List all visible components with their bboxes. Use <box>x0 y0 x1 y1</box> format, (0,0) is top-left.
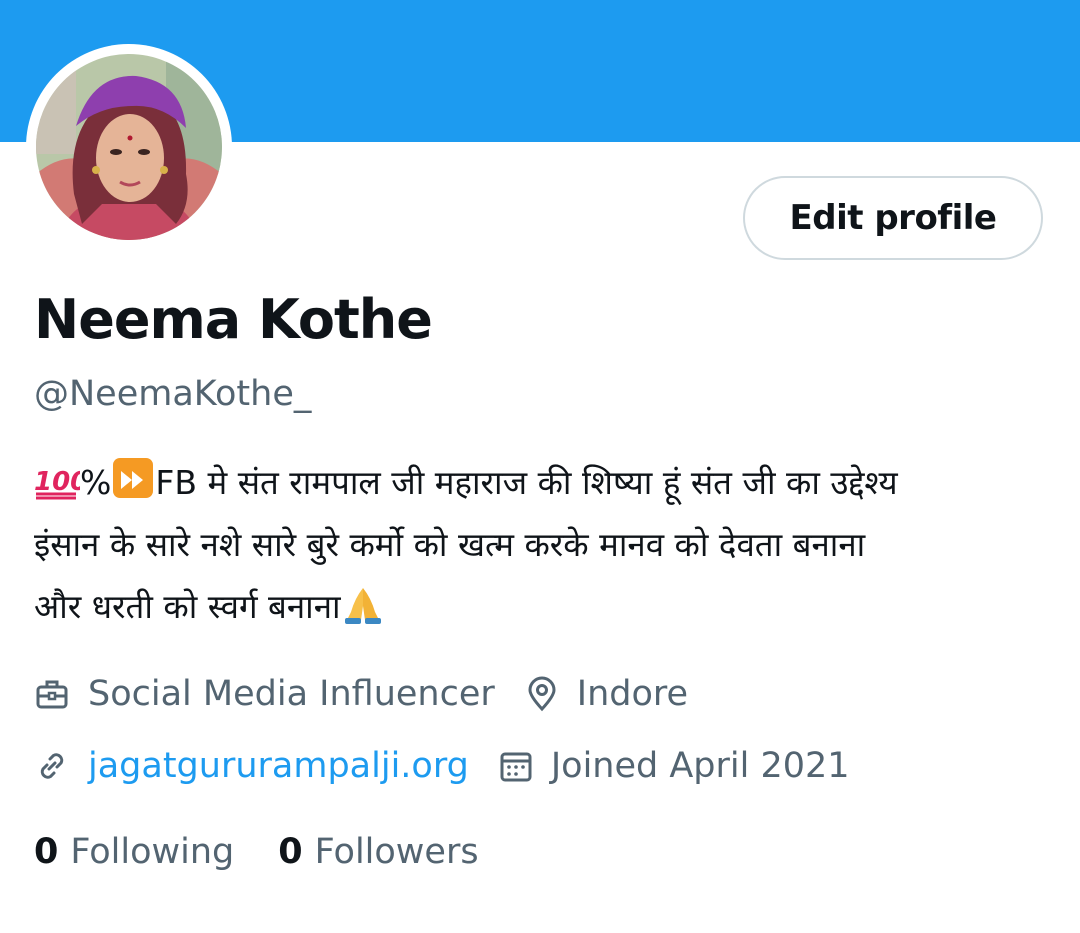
link-icon <box>34 748 70 784</box>
following-label: Following <box>70 832 235 872</box>
hundred-points-emoji: 100 <box>34 458 88 500</box>
profile-meta-row-1: Social Media Influencer Indore <box>34 674 688 714</box>
bio-line-3-text: और धरती को स्वर्ग बनाना <box>34 587 341 626</box>
profession: Social Media Influencer <box>34 674 495 714</box>
fast-forward-emoji <box>113 458 154 498</box>
bio-percent: % <box>80 463 112 502</box>
bio: 100 % FB मे संत रामपाल जी महाराज की शिष्… <box>34 452 1054 638</box>
avatar-frame <box>26 44 232 250</box>
following-link[interactable]: 0 Following <box>34 832 234 872</box>
briefcase-icon <box>34 676 70 712</box>
join-date: Joined April 2021 <box>499 746 850 786</box>
location-pin-icon <box>525 676 559 712</box>
bio-line-1-text: FB मे संत रामपाल जी महाराज की शिष्या हूं… <box>155 463 898 502</box>
website-link[interactable]: jagatgururampalji.org <box>88 746 469 786</box>
avatar[interactable] <box>36 54 222 240</box>
join-date-label: Joined April 2021 <box>550 746 850 786</box>
followers-label: Followers <box>314 832 479 872</box>
profile-photo-icon <box>36 54 222 240</box>
location-label: Indore <box>576 674 689 714</box>
follow-counts: 0 Following 0 Followers <box>34 832 479 872</box>
display-name: Neema Kothe <box>34 288 433 351</box>
profession-label: Social Media Influencer <box>88 674 495 714</box>
calendar-icon <box>499 748 533 784</box>
folded-hands-emoji <box>341 582 385 624</box>
website[interactable]: jagatgururampalji.org <box>34 746 469 786</box>
profile-meta-row-2: jagatgururampalji.org Joined April 2021 <box>34 746 850 786</box>
following-count: 0 <box>34 832 59 872</box>
followers-count: 0 <box>278 832 303 872</box>
profile-page: Edit profile Neema Kothe @NeemaKothe_ 10… <box>0 0 1080 933</box>
bio-line-2: इंसान के सारे नशे सारे बुरे कर्मो को खत्… <box>34 525 866 564</box>
edit-profile-button[interactable]: Edit profile <box>743 176 1043 260</box>
bio-line-1: 100 % FB मे संत रामपाल जी महाराज की शिष्… <box>34 452 1054 514</box>
location: Indore <box>525 674 688 714</box>
bio-line-3: और धरती को स्वर्ग बनाना <box>34 576 1054 638</box>
followers-link[interactable]: 0 Followers <box>278 832 478 872</box>
user-handle: @NeemaKothe_ <box>34 374 312 414</box>
